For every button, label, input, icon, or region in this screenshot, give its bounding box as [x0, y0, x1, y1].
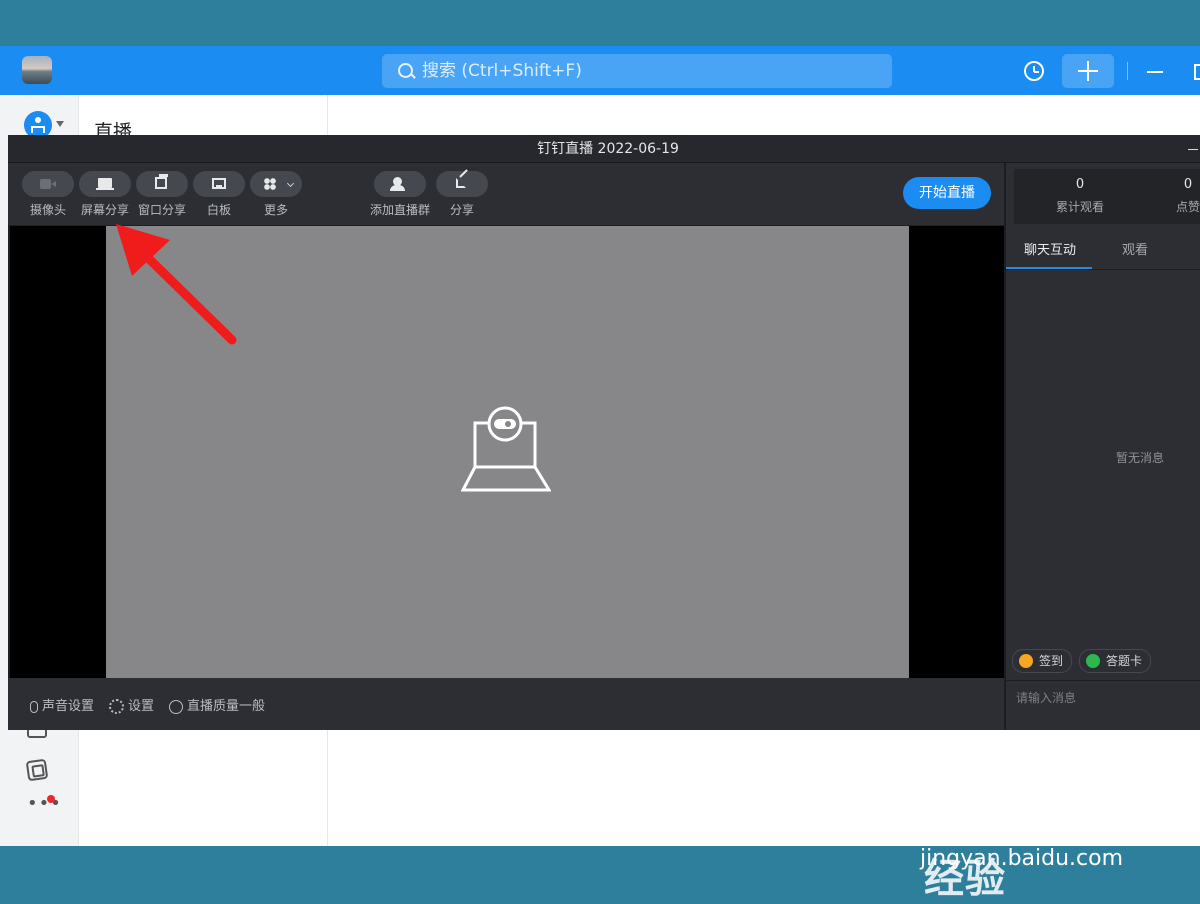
sidebar-apps-icon[interactable] [25, 758, 49, 782]
camera-placeholder-icon [461, 406, 551, 492]
screen-share-icon [96, 178, 114, 190]
live-stats: 0 累计观看 0 点赞 [1014, 169, 1200, 224]
camera-icon [40, 179, 56, 189]
total-viewers-label: 累计观看 [1056, 200, 1105, 214]
gear-icon [109, 699, 124, 714]
history-icon[interactable] [1024, 61, 1044, 81]
quiz-card-label: 答题卡 [1106, 654, 1143, 668]
sound-settings-label: 声音设置 [42, 699, 95, 714]
live-window-title: 钉钉直播 2022-06-19 [537, 141, 679, 157]
live-toolbar: 摄像头 屏幕分享 窗口分享 白板 更多 添加直播群 分享 开始直播 [8, 163, 1004, 225]
search-bar[interactable]: 搜索 (Ctrl+Shift+F) [382, 54, 892, 88]
header-divider [1127, 62, 1128, 80]
likes-stat: 0 点赞 [1176, 177, 1200, 215]
interaction-panel: 0 累计观看 0 点赞 聊天互动 观看 暂无消息 签到 答题卡 请输入消息 [1005, 163, 1200, 730]
window-share-icon [155, 174, 168, 189]
live-quality-label: 直播质量一般 [187, 699, 266, 714]
minimize-icon[interactable] [1147, 71, 1163, 73]
live-footer: 声音设置 设置 直播质量一般 [8, 678, 1004, 730]
live-window-titlebar[interactable]: 钉钉直播 2022-06-19 [8, 135, 1200, 163]
likes-value: 0 [1183, 177, 1193, 192]
annotation-arrow [116, 224, 237, 345]
share-icon [456, 178, 466, 188]
chevron-down-icon [286, 179, 295, 188]
quiz-card-icon [1086, 654, 1100, 668]
whiteboard-button[interactable]: 白板 [193, 171, 245, 218]
total-viewers-value: 0 [1075, 177, 1085, 192]
likes-label: 点赞 [1176, 200, 1200, 214]
live-quality-indicator[interactable]: 直播质量一般 [169, 695, 265, 714]
watermark-url: jingyan.baidu.com [920, 846, 1124, 871]
empty-chat-message: 暂无消息 [1116, 451, 1165, 465]
maximize-icon[interactable] [1194, 64, 1200, 80]
sound-settings-button[interactable]: 声音设置 [30, 695, 94, 714]
active-tab-indicator [1006, 267, 1092, 269]
more-button[interactable]: 更多 [250, 171, 302, 218]
settings-label: 设置 [128, 699, 155, 714]
grid-icon [264, 178, 276, 190]
window-share-button[interactable]: 窗口分享 [136, 171, 188, 218]
search-placeholder: 搜索 (Ctrl+Shift+F) [422, 61, 582, 81]
window-minimize-icon[interactable] [1188, 149, 1198, 150]
add-live-group-button[interactable]: 添加直播群 [370, 171, 430, 218]
panel-tabs: 聊天互动 观看 [1006, 231, 1200, 270]
quiz-card-button[interactable]: 答题卡 [1079, 649, 1152, 673]
add-button[interactable] [1062, 54, 1114, 88]
microphone-icon [30, 700, 38, 713]
tab-viewers[interactable]: 观看 [1122, 239, 1148, 258]
check-in-label: 签到 [1039, 654, 1064, 668]
total-viewers-stat: 0 累计观看 [1056, 177, 1104, 215]
more-icon[interactable]: ••• [27, 793, 62, 814]
screen-share-button[interactable]: 屏幕分享 [79, 171, 131, 218]
whiteboard-icon [212, 178, 226, 189]
message-input[interactable]: 请输入消息 [1006, 680, 1200, 731]
app-header: 搜索 (Ctrl+Shift+F) [0, 46, 1200, 95]
chevron-down-icon[interactable] [56, 121, 64, 127]
message-input-placeholder: 请输入消息 [1016, 691, 1077, 705]
check-in-icon [1019, 654, 1033, 668]
check-in-button[interactable]: 签到 [1012, 649, 1073, 673]
notification-dot [47, 795, 55, 803]
more-label: 更多 [263, 203, 288, 217]
camera-button[interactable]: 摄像头 [22, 171, 74, 218]
settings-button[interactable]: 设置 [109, 695, 154, 714]
add-group-icon [390, 177, 405, 191]
signal-quality-icon [169, 699, 183, 714]
tab-chat[interactable]: 聊天互动 [1024, 239, 1076, 258]
search-icon [398, 63, 413, 78]
app-logo-avatar[interactable] [22, 56, 52, 84]
start-live-button[interactable]: 开始直播 [903, 177, 991, 209]
share-button[interactable]: 分享 [436, 171, 488, 218]
share-label: 分享 [449, 203, 474, 217]
